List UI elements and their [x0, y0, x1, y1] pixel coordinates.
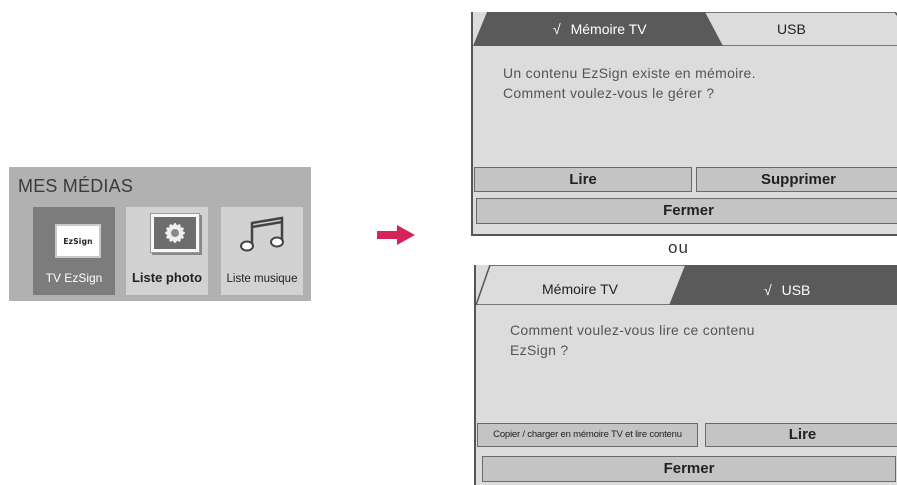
tab-memoire-tv-label: Mémoire TV [570, 21, 647, 37]
mes-medias-panel: MES MÉDIAS EzSign TV EzSign Liste photo [9, 167, 311, 301]
copier-charger-button[interactable]: Copier / charger en mémoire TV et lire c… [477, 423, 698, 447]
dialog-usb: Mémoire TV √ USB Comment voulez-vous lir… [474, 265, 897, 485]
right-arrow-icon [377, 225, 415, 250]
supprimer-button[interactable]: Supprimer [696, 167, 897, 192]
tab-usb[interactable]: √ USB [764, 282, 810, 298]
dialog-tab-bar [473, 12, 897, 46]
fermer-button[interactable]: Fermer [476, 198, 897, 224]
tile-label-ezsign: TV EzSign [45, 271, 103, 285]
lire-button[interactable]: Lire [705, 423, 897, 447]
tab-memoire-tv[interactable]: √ Mémoire TV [553, 21, 647, 37]
message-line-1: Comment voulez-vous lire ce contenu [510, 322, 755, 338]
music-note-icon [238, 215, 288, 260]
ezsign-logo-icon: EzSign [55, 224, 101, 258]
message-line-1: Un contenu EzSign existe en mémoire. [503, 65, 756, 81]
ezsign-logo-text: EzSign [63, 236, 93, 246]
message-line-2: EzSign ? [510, 342, 569, 358]
check-icon: √ [764, 282, 772, 298]
dialog-message: Comment voulez-vous lire ce contenu EzSi… [510, 320, 755, 360]
tile-tv-ezsign[interactable]: EzSign TV EzSign [33, 207, 115, 295]
tab-usb-label: USB [781, 282, 811, 298]
tab-usb[interactable]: USB [777, 21, 806, 37]
lire-button[interactable]: Lire [474, 167, 692, 192]
dialog-memoire-tv: √ Mémoire TV USB Un contenu EzSign exist… [471, 12, 897, 236]
message-line-2: Comment voulez-vous le gérer ? [503, 85, 715, 101]
dialog-tab-bar-usb [476, 265, 897, 305]
check-icon: √ [553, 21, 561, 37]
tab-memoire-tv[interactable]: Mémoire TV [542, 281, 618, 297]
separator-text: ou [668, 238, 689, 257]
dialog-message: Un contenu EzSign existe en mémoire. Com… [503, 63, 756, 103]
photo-flower-icon [150, 213, 200, 253]
tile-liste-musique[interactable]: Liste musique [221, 207, 303, 295]
tile-label-photo: Liste photo [131, 270, 203, 285]
tile-liste-photo[interactable]: Liste photo [126, 207, 208, 295]
tile-label-musique: Liste musique [226, 273, 298, 285]
panel-title: MES MÉDIAS [18, 176, 134, 196]
fermer-button[interactable]: Fermer [482, 456, 896, 482]
